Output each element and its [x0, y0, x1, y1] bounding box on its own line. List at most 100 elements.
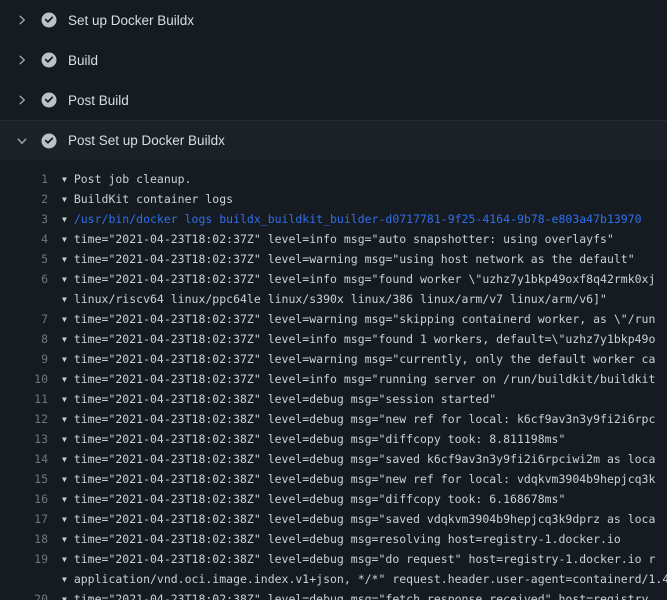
line-number[interactable]: 7 — [0, 309, 48, 329]
group-expand-icon[interactable]: ▼ — [62, 370, 67, 389]
group-expand-icon[interactable]: ▼ — [62, 430, 67, 449]
log-text-cell: ▼time="2021-04-23T18:02:37Z" level=info … — [62, 229, 667, 249]
log-text: time="2021-04-23T18:02:38Z" level=debug … — [74, 472, 656, 486]
log-text-cell: ▼ BuildKit container logs — [62, 189, 667, 209]
group-expand-icon[interactable]: ▼ — [62, 250, 67, 269]
log-text-cell: ▼ time="2021-04-23T18:02:38Z" level=debug… — [62, 529, 667, 549]
log-text-cell: ▼ time="2021-04-23T18:02:37Z" level=info … — [62, 269, 667, 289]
log-text-cell: ▼ time="2021-04-23T18:02:37Z" level=info … — [62, 329, 667, 349]
group-expand-icon[interactable]: ▼ — [62, 410, 67, 429]
group-expand-icon[interactable]: ▼ — [62, 470, 67, 489]
log-text: time="2021-04-23T18:02:38Z" level=debug … — [74, 532, 621, 546]
step-list: Set up Docker Buildx Build Post Build Po… — [0, 0, 667, 160]
group-expand-icon[interactable]: ▼ — [62, 490, 67, 509]
line-number[interactable]: 1 — [0, 169, 48, 189]
log-text: linux/riscv64 linux/ppc64le linux/s390x … — [74, 292, 607, 306]
line-number[interactable]: 19 — [0, 549, 48, 569]
line-number[interactable]: 13 — [0, 429, 48, 449]
log-text-cell: ▼time="2021-04-23T18:02:38Z" level=debug… — [62, 549, 667, 569]
check-circle-icon — [41, 92, 57, 108]
step-header[interactable]: Post Build — [0, 80, 667, 120]
log-text: time="2021-04-23T18:02:38Z" level=debug … — [74, 412, 656, 426]
log-text-cell: ▼Post job cleanup. — [62, 169, 667, 189]
log-text: time="2021-04-23T18:02:37Z" level=info m… — [74, 272, 656, 286]
group-expand-icon[interactable]: ▼ — [62, 330, 67, 349]
line-number[interactable]: 15 — [0, 469, 48, 489]
group-expand-icon[interactable]: ▼ — [62, 290, 67, 309]
log-line: 20 ▼ time="2021-04-23T18:02:38Z" level=de… — [0, 589, 667, 600]
log-text-cell: ▼time="2021-04-23T18:02:37Z" level=info … — [62, 369, 667, 389]
group-expand-icon[interactable]: ▼ — [62, 210, 67, 229]
log-line: 3 ▼/usr/bin/docker logs buildx_buildkit_… — [0, 209, 667, 229]
log-text: time="2021-04-23T18:02:38Z" level=debug … — [74, 432, 566, 446]
log-text-cell: ▼time="2021-04-23T18:02:38Z" level=debug… — [62, 509, 667, 529]
check-circle-icon — [41, 12, 57, 28]
chevron-right-icon[interactable] — [14, 52, 30, 68]
log-text-cell: ▼ time="2021-04-23T18:02:38Z" level=debug… — [62, 429, 667, 449]
line-number[interactable]: 18 — [0, 529, 48, 549]
group-expand-icon[interactable]: ▼ — [62, 530, 67, 549]
group-expand-icon[interactable]: ▼ — [62, 390, 67, 409]
group-expand-icon[interactable]: ▼ — [62, 570, 67, 589]
log-text: application/vnd.oci.image.index.v1+json,… — [74, 572, 667, 586]
log-text-cell: ▼ time="2021-04-23T18:02:37Z" level=warni… — [62, 309, 667, 329]
log-line: 8 ▼ time="2021-04-23T18:02:37Z" level=inf… — [0, 329, 667, 349]
group-expand-icon[interactable]: ▼ — [62, 310, 67, 329]
group-expand-icon[interactable]: ▼ — [62, 270, 67, 289]
line-number[interactable]: 4 — [0, 229, 48, 249]
log-line: 7 ▼ time="2021-04-23T18:02:37Z" level=war… — [0, 309, 667, 329]
group-expand-icon[interactable]: ▼ — [62, 450, 67, 469]
line-number[interactable]: 8 — [0, 329, 48, 349]
group-expand-icon[interactable]: ▼ — [62, 230, 67, 249]
step-header[interactable]: Post Set up Docker Buildx — [0, 120, 667, 160]
log-text: time="2021-04-23T18:02:37Z" level=info m… — [74, 332, 656, 346]
step-log: 1 ▼Post job cleanup. 2 ▼ BuildKit contain… — [0, 160, 667, 600]
group-expand-icon[interactable]: ▼ — [62, 590, 67, 600]
log-text-cell: ▼ time="2021-04-23T18:02:37Z" level=warni… — [62, 249, 667, 269]
log-line: 15 ▼ time="2021-04-23T18:02:38Z" level=de… — [0, 469, 667, 489]
log-text-cell: ▼time="2021-04-23T18:02:38Z" level=debug… — [62, 489, 667, 509]
log-line: 4 ▼time="2021-04-23T18:02:37Z" level=inf… — [0, 229, 667, 249]
line-number[interactable]: 6 — [0, 269, 48, 289]
line-number[interactable]: 5 — [0, 249, 48, 269]
line-number[interactable]: 16 — [0, 489, 48, 509]
log-text: time="2021-04-23T18:02:37Z" level=warnin… — [74, 312, 656, 326]
log-text: time="2021-04-23T18:02:38Z" level=debug … — [74, 592, 649, 600]
log-line: ▼ linux/riscv64 linux/ppc64le linux/s390x… — [0, 289, 667, 309]
log-text: time="2021-04-23T18:02:38Z" level=debug … — [74, 392, 496, 406]
step-header[interactable]: Build — [0, 40, 667, 80]
log-text: time="2021-04-23T18:02:37Z" level=warnin… — [74, 252, 635, 266]
group-expand-icon[interactable]: ▼ — [62, 510, 67, 529]
group-expand-icon[interactable]: ▼ — [62, 350, 67, 369]
step-header[interactable]: Set up Docker Buildx — [0, 0, 667, 40]
log-line: 11 ▼ time="2021-04-23T18:02:38Z" level=de… — [0, 389, 667, 409]
group-expand-icon[interactable]: ▼ — [62, 550, 67, 569]
log-line: 13 ▼ time="2021-04-23T18:02:38Z" level=de… — [0, 429, 667, 449]
line-number[interactable]: 14 — [0, 449, 48, 469]
log-text-cell: ▼ time="2021-04-23T18:02:38Z" level=debug… — [62, 389, 667, 409]
group-expand-icon[interactable]: ▼ — [62, 170, 67, 189]
line-number[interactable]: 2 — [0, 189, 48, 209]
log-text-cell: ▼ linux/riscv64 linux/ppc64le linux/s390x… — [62, 289, 667, 309]
log-line: 12 ▼ time="2021-04-23T18:02:38Z" level=de… — [0, 409, 667, 429]
check-circle-icon — [41, 52, 57, 68]
line-number[interactable]: 11 — [0, 389, 48, 409]
log-text: time="2021-04-23T18:02:37Z" level=warnin… — [74, 352, 656, 366]
log-line: 17 ▼time="2021-04-23T18:02:38Z" level=de… — [0, 509, 667, 529]
line-number[interactable]: 20 — [0, 589, 48, 600]
line-number[interactable] — [0, 569, 48, 589]
chevron-down-icon[interactable] — [14, 133, 30, 149]
log-text: BuildKit container logs — [74, 192, 233, 206]
line-number[interactable]: 3 — [0, 209, 48, 229]
log-text-cell: ▼/usr/bin/docker logs buildx_buildkit_bu… — [62, 209, 667, 229]
line-number[interactable]: 17 — [0, 509, 48, 529]
line-number[interactable]: 12 — [0, 409, 48, 429]
chevron-right-icon[interactable] — [14, 12, 30, 28]
group-expand-icon[interactable]: ▼ — [62, 190, 67, 209]
log-line: ▼ application/vnd.oci.image.index.v1+json… — [0, 569, 667, 589]
check-circle-icon — [41, 133, 57, 149]
line-number[interactable]: 9 — [0, 349, 48, 369]
line-number[interactable]: 10 — [0, 369, 48, 389]
chevron-right-icon[interactable] — [14, 92, 30, 108]
line-number[interactable] — [0, 289, 48, 309]
